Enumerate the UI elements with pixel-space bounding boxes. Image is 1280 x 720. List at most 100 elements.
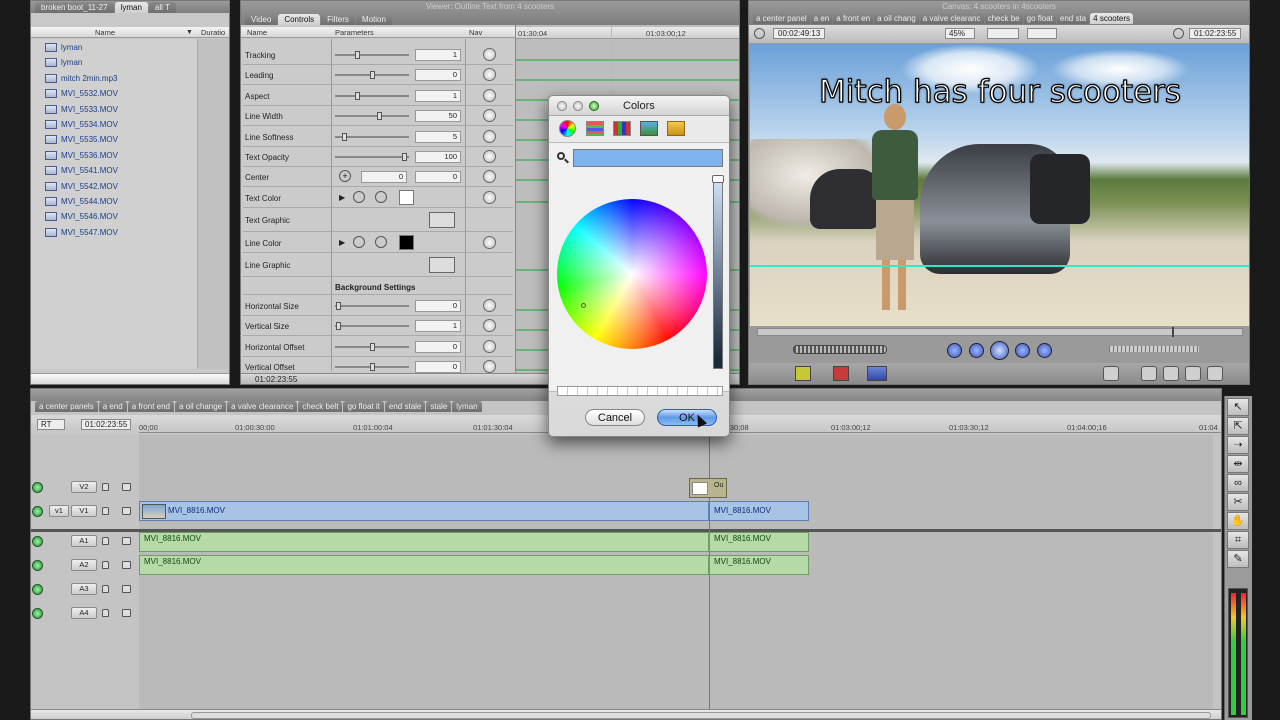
param-value-field[interactable]: 5: [415, 130, 461, 143]
audio-clip[interactable]: MVI_8816.MOV: [139, 555, 709, 575]
keyframe-nav-icon[interactable]: [483, 339, 496, 353]
play-around-button[interactable]: [1015, 343, 1030, 358]
track-visibility-toggle[interactable]: [32, 608, 43, 619]
canvas-tab[interactable]: a valve clearanc: [919, 13, 984, 24]
browser-item[interactable]: MVI_5535.MOV00:00:: [45, 132, 118, 147]
tab-video[interactable]: Video: [245, 14, 278, 25]
browser-item[interactable]: MVI_5546.MOV00:01:: [45, 209, 118, 224]
browser-item[interactable]: MVI_5534.MOV00:00:: [45, 117, 118, 132]
timeline-sequence-tab[interactable]: a end: [98, 401, 127, 412]
color-wheel[interactable]: [557, 199, 707, 349]
play-button[interactable]: [990, 341, 1009, 360]
slider-knob[interactable]: [377, 112, 382, 121]
tab-broken-boot[interactable]: broken boot_11-27: [35, 2, 114, 13]
param-value-field[interactable]: 1: [415, 320, 461, 333]
track-destination[interactable]: A4: [71, 607, 97, 619]
color-sliders-mode-icon[interactable]: [586, 121, 604, 136]
keyframe-nav-icon[interactable]: [483, 129, 496, 143]
browser-item[interactable]: MVI_5536.MOV00:00:: [45, 148, 118, 163]
source-patch[interactable]: v1: [49, 505, 69, 517]
play-in-out-button[interactable]: [969, 343, 984, 358]
add-keyframe-button[interactable]: [1207, 366, 1223, 381]
track-visibility-toggle[interactable]: [32, 482, 43, 493]
param-slider[interactable]: [335, 322, 409, 331]
param-slider[interactable]: [335, 301, 409, 310]
browser-item[interactable]: mitch 2min.mp300:02:: [45, 71, 117, 86]
timeline-sequence-tab[interactable]: a oil change: [174, 401, 227, 412]
keyframe-ruler[interactable]: 01:30:04 01:03:00;12: [516, 27, 739, 39]
title-clip-v2[interactable]: Ou: [689, 478, 727, 498]
timeline-sequence-tab[interactable]: lyman: [452, 401, 482, 412]
replace-edit-button[interactable]: [867, 366, 887, 381]
keyframe-nav-icon[interactable]: [483, 150, 496, 163]
overwrite-edit-button[interactable]: [833, 366, 849, 381]
lock-icon[interactable]: [102, 561, 109, 569]
param-slider[interactable]: [335, 51, 409, 59]
track-destination[interactable]: V1: [71, 505, 97, 517]
mark-out-button[interactable]: [1185, 366, 1201, 381]
lock-icon[interactable]: [102, 483, 109, 491]
center-x-field[interactable]: 0: [361, 171, 407, 184]
disclosure-triangle-icon[interactable]: ▶: [339, 193, 345, 202]
keyframe-nav-icon[interactable]: [483, 48, 496, 61]
keyframe-nav-icon[interactable]: [483, 360, 496, 373]
tab-all[interactable]: all T: [148, 2, 176, 13]
param-value-field[interactable]: 1: [415, 49, 461, 61]
slider-knob[interactable]: [354, 91, 360, 100]
browser-item[interactable]: MVI_5533.MOV00:00:: [45, 102, 118, 117]
overlay-title-text[interactable]: Mitch has four scooters: [750, 73, 1249, 110]
mark-clip-button[interactable]: [1141, 366, 1157, 381]
keyframe-nav-icon[interactable]: [483, 298, 496, 312]
canvas-duration[interactable]: 00:02:49:13: [773, 28, 826, 39]
canvas-tab[interactable]: a front en: [833, 13, 874, 24]
crayons-mode-icon[interactable]: [667, 121, 685, 136]
tab-controls[interactable]: Controls: [278, 14, 321, 25]
center-y-field[interactable]: 0: [415, 171, 461, 184]
auto-select-icon[interactable]: [122, 561, 131, 569]
tab-filters[interactable]: Filters: [321, 14, 355, 25]
color-cycle-icon[interactable]: [375, 235, 387, 248]
timeline-zoom-slider[interactable]: [191, 712, 1211, 719]
track-destination[interactable]: V2: [71, 481, 97, 493]
track-select-tool-icon[interactable]: ➝: [1227, 436, 1249, 454]
track-visibility-toggle[interactable]: [32, 506, 43, 517]
lock-icon[interactable]: [102, 507, 109, 515]
slider-knob[interactable]: [370, 342, 375, 351]
canvas-tab[interactable]: 4 scooters: [1090, 13, 1134, 24]
browser-item[interactable]: MVI_5542.MOV00:00:: [45, 179, 118, 194]
param-value-field[interactable]: 50: [415, 110, 461, 123]
param-value-field[interactable]: 0: [415, 361, 461, 373]
graphic-well-icon[interactable]: [429, 257, 455, 273]
shuttle-control[interactable]: [793, 345, 887, 354]
zoom-tool-icon[interactable]: ✋: [1227, 512, 1249, 530]
color-swatch-strip[interactable]: [557, 386, 723, 396]
brightness-knob[interactable]: [712, 175, 724, 183]
timeline-sequence-tab[interactable]: check belt: [298, 401, 343, 412]
col-duration[interactable]: Duratio: [201, 27, 225, 38]
track-destination[interactable]: A3: [71, 583, 97, 595]
canvas-video-frame[interactable]: Mitch has four scooters: [750, 44, 1249, 326]
pen-tool-icon[interactable]: ✎: [1227, 550, 1249, 568]
selection-tool-icon[interactable]: ↖: [1227, 398, 1249, 416]
param-value-field[interactable]: 0: [415, 299, 461, 312]
razor-tool-icon[interactable]: ✂: [1227, 493, 1249, 511]
canvas-current-tc[interactable]: 01:02:23:55: [1189, 28, 1242, 39]
color-wheel-mode-icon[interactable]: [559, 120, 576, 137]
browser-item[interactable]: MVI_5541.MOV00:00:: [45, 163, 118, 178]
browser-item[interactable]: lyman00:02:: [45, 55, 82, 70]
text-color-swatch[interactable]: [399, 189, 414, 205]
browser-item[interactable]: MVI_5547.MOV00:01:: [45, 225, 118, 240]
add-marker-button[interactable]: [1163, 366, 1179, 381]
color-palettes-mode-icon[interactable]: [613, 121, 631, 136]
auto-select-icon[interactable]: [122, 585, 131, 593]
param-slider[interactable]: [335, 342, 409, 351]
slip-tool-icon[interactable]: ∞: [1227, 474, 1249, 492]
audio-clip[interactable]: MVI_8816.MOV: [139, 532, 709, 552]
keyframe-nav-icon[interactable]: [483, 190, 496, 204]
close-button[interactable]: [557, 101, 567, 111]
line-color-swatch[interactable]: [399, 234, 414, 250]
slider-knob[interactable]: [342, 132, 347, 141]
timeline-sequence-tab[interactable]: go float it: [343, 401, 384, 412]
keyframe-nav-icon[interactable]: [483, 235, 496, 249]
browser-item[interactable]: lyman00:0:: [45, 40, 82, 55]
